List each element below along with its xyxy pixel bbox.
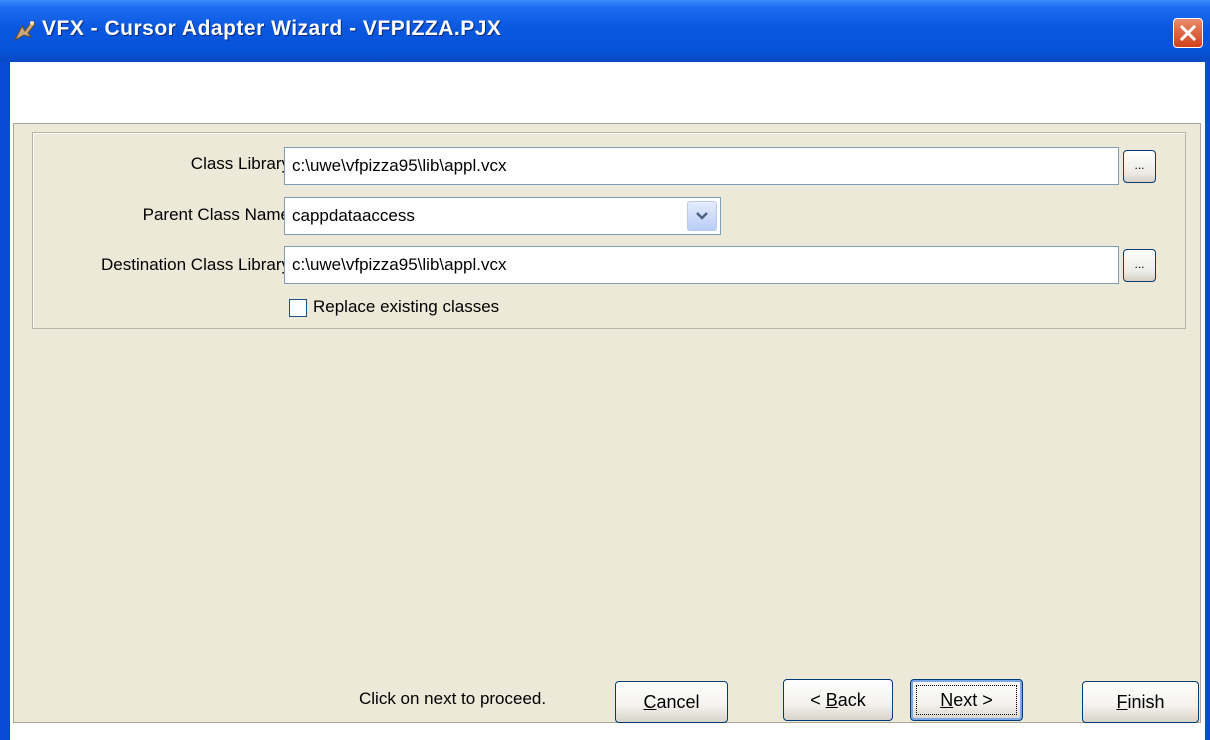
close-button[interactable] [1173, 18, 1203, 48]
next-label-rest: ext > [953, 690, 993, 710]
chevron-down-icon [696, 212, 708, 220]
replace-existing-checkbox[interactable] [289, 299, 307, 317]
back-prefix: < [810, 690, 826, 710]
next-button[interactable]: Next > [910, 679, 1023, 721]
class-library-input[interactable]: c:\uwe\vfpizza95\lib\appl.vcx [284, 147, 1119, 185]
title-bar[interactable]: VFX - Cursor Adapter Wizard - VFPIZZA.PJ… [0, 0, 1210, 62]
finish-label-rest: inish [1127, 692, 1165, 712]
cancel-button[interactable]: Cancel [615, 681, 728, 723]
finish-button[interactable]: Finish [1082, 681, 1199, 723]
cancel-accel: C [643, 692, 657, 712]
back-accel: B [825, 690, 838, 710]
cancel-label-rest: ancel [656, 692, 700, 712]
close-icon [1180, 25, 1196, 41]
wizard-page: Class Library c:\uwe\vfpizza95\lib\appl.… [13, 123, 1201, 723]
client-area: Class Library c:\uwe\vfpizza95\lib\appl.… [10, 62, 1205, 740]
destination-library-input[interactable]: c:\uwe\vfpizza95\lib\appl.vcx [284, 246, 1119, 284]
wizard-window: VFX - Cursor Adapter Wizard - VFPIZZA.PJ… [0, 0, 1210, 740]
parent-class-value: cappdataaccess [292, 206, 415, 225]
destination-library-browse-button[interactable]: ... [1123, 249, 1156, 282]
parent-class-dropdown-button[interactable] [687, 201, 717, 231]
replace-existing-label[interactable]: Replace existing classes [313, 297, 499, 317]
finish-accel: F [1116, 692, 1128, 712]
next-accel: N [940, 690, 954, 710]
window-title: VFX - Cursor Adapter Wizard - VFPIZZA.PJ… [42, 17, 502, 40]
parent-class-combo[interactable]: cappdataaccess [284, 197, 721, 235]
back-button[interactable]: < Back [783, 679, 893, 721]
class-settings-group: Class Library c:\uwe\vfpizza95\lib\appl.… [32, 132, 1186, 329]
class-library-label: Class Library [190, 154, 290, 173]
back-label-rest: ack [837, 690, 866, 710]
parent-class-label: Parent Class Name [142, 205, 290, 224]
vfx-app-icon [13, 20, 36, 42]
destination-library-label: Destination Class Library [101, 255, 290, 274]
status-message: Click on next to proceed. [359, 689, 547, 708]
class-library-browse-button[interactable]: ... [1123, 150, 1156, 183]
